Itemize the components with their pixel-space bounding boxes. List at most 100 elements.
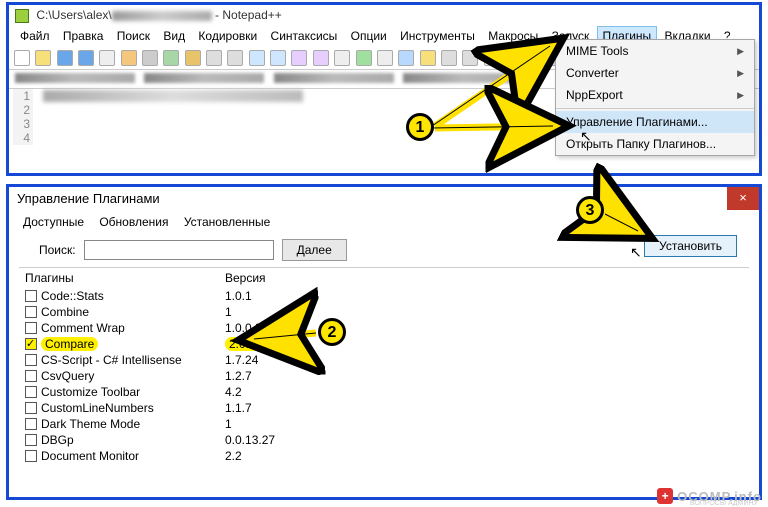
plugin-name: Combine: [41, 305, 89, 319]
tb-record-icon[interactable]: [505, 50, 521, 66]
tb-saveall-icon[interactable]: [78, 50, 94, 66]
tb-close-icon[interactable]: [99, 50, 115, 66]
plugin-name: CustomLineNumbers: [41, 401, 154, 415]
plugin-name: Compare: [41, 337, 98, 351]
search-input[interactable]: [84, 240, 274, 260]
menu-macros[interactable]: Макросы: [483, 27, 543, 45]
tb-play-icon[interactable]: [526, 50, 542, 66]
tb-find-icon[interactable]: [249, 50, 265, 66]
tb-new-icon[interactable]: [14, 50, 30, 66]
plugin-version: 1: [225, 305, 743, 319]
plugin-checkbox[interactable]: [25, 370, 37, 382]
col-version[interactable]: Версия: [219, 268, 749, 288]
plugin-name: Document Monitor: [41, 449, 139, 463]
plugin-checkbox[interactable]: [25, 450, 37, 462]
tb-wrap-icon[interactable]: [356, 50, 372, 66]
line-gutter: 1 2 3 4: [13, 89, 33, 145]
tb-docmap-icon[interactable]: [420, 50, 436, 66]
plugin-row[interactable]: DBGp0.0.13.27: [19, 432, 749, 448]
doc-tab[interactable]: [144, 72, 264, 86]
plugin-manager-window: Управление Плагинами × Доступные Обновле…: [6, 184, 762, 500]
menu-tools[interactable]: Инструменты: [395, 27, 480, 45]
doc-tab[interactable]: [15, 72, 135, 86]
tb-sync-icon[interactable]: [334, 50, 350, 66]
col-plugins[interactable]: Плагины: [19, 268, 219, 288]
install-button[interactable]: Установить: [644, 235, 737, 257]
doc-tab[interactable]: [274, 72, 394, 86]
plugin-checkbox[interactable]: [25, 338, 37, 350]
tb-print-icon[interactable]: [121, 50, 137, 66]
plugin-row[interactable]: Customize Toolbar4.2: [19, 384, 749, 400]
line-num: 4: [13, 131, 30, 145]
doc-tab[interactable]: [403, 72, 523, 86]
title-suffix: - Notepad++: [212, 8, 282, 22]
line-num: 2: [13, 103, 30, 117]
chevron-right-icon: ▶: [737, 68, 744, 79]
plugin-row[interactable]: CsvQuery1.2.7: [19, 368, 749, 384]
plugin-checkbox[interactable]: [25, 290, 37, 302]
plugin-checkbox[interactable]: [25, 386, 37, 398]
plugins-grid: Плагины Версия Code::Stats1.0.1Combine1C…: [19, 267, 749, 464]
tb-zoomout-icon[interactable]: [313, 50, 329, 66]
dropdown-item-mime[interactable]: MIME Tools▶: [556, 40, 754, 62]
watermark-plus-icon: +: [657, 488, 673, 504]
plugin-checkbox[interactable]: [25, 306, 37, 318]
tb-replace-icon[interactable]: [270, 50, 286, 66]
pm-tabs: Доступные Обновления Установленные: [9, 210, 759, 231]
plugin-checkbox[interactable]: [25, 402, 37, 414]
menu-syntax[interactable]: Синтаксисы: [266, 27, 343, 45]
menu-edit[interactable]: Правка: [58, 27, 109, 45]
plugin-row[interactable]: Code::Stats1.0.1: [19, 288, 749, 304]
tb-zoomin-icon[interactable]: [291, 50, 307, 66]
titlebar: C:\Users\alex\ - Notepad++: [9, 5, 759, 25]
tb-allchars-icon[interactable]: [377, 50, 393, 66]
next-button[interactable]: Далее: [282, 239, 347, 261]
plugin-checkbox[interactable]: [25, 322, 37, 334]
annotation-badge-1: 1: [406, 113, 434, 141]
title-prefix: C:\Users\alex\: [36, 8, 111, 22]
close-button[interactable]: ×: [727, 187, 759, 210]
tab-installed[interactable]: Установленные: [178, 213, 276, 231]
annotation-badge-2: 2: [318, 318, 346, 346]
dropdown-item-converter[interactable]: Converter▶: [556, 62, 754, 84]
tb-cut-icon[interactable]: [142, 50, 158, 66]
tb-indent-icon[interactable]: [398, 50, 414, 66]
menu-view[interactable]: Вид: [158, 27, 190, 45]
title-obscured: [112, 11, 212, 21]
tb-undo-icon[interactable]: [206, 50, 222, 66]
plugin-row[interactable]: Comment Wrap1.0.0.3: [19, 320, 749, 336]
tab-updates[interactable]: Обновления: [93, 213, 174, 231]
plugin-checkbox[interactable]: [25, 434, 37, 446]
plugin-row[interactable]: Compare2.0.1: [19, 336, 749, 352]
tab-available[interactable]: Доступные: [17, 213, 90, 231]
tb-folder-icon[interactable]: [462, 50, 478, 66]
cursor-icon: ↖: [630, 244, 642, 261]
tb-funclist-icon[interactable]: [441, 50, 457, 66]
line-num: 1: [13, 89, 30, 103]
chevron-right-icon: ▶: [737, 46, 744, 57]
tb-monitor-icon[interactable]: [484, 50, 500, 66]
tb-paste-icon[interactable]: [185, 50, 201, 66]
plugin-version: 1: [225, 417, 743, 431]
plugin-name: Comment Wrap: [41, 321, 125, 335]
plugin-version: 1.1.7: [225, 401, 743, 415]
plugin-checkbox[interactable]: [25, 418, 37, 430]
tb-save-icon[interactable]: [57, 50, 73, 66]
tb-copy-icon[interactable]: [163, 50, 179, 66]
plugin-checkbox[interactable]: [25, 354, 37, 366]
plugin-row[interactable]: Combine 1: [19, 304, 749, 320]
menu-file[interactable]: Файл: [15, 27, 55, 45]
menu-search[interactable]: Поиск: [112, 27, 155, 45]
plugin-version: 1.2.7: [225, 369, 743, 383]
menu-options[interactable]: Опции: [346, 27, 392, 45]
plugin-row[interactable]: CS-Script - C# Intellisense1.7.24: [19, 352, 749, 368]
menu-encoding[interactable]: Кодировки: [193, 27, 262, 45]
plugin-row[interactable]: Dark Theme Mode1: [19, 416, 749, 432]
plugin-name: DBGp: [41, 433, 74, 447]
plugin-row[interactable]: CustomLineNumbers 1.1.7: [19, 400, 749, 416]
plugin-row[interactable]: Document Monitor2.2: [19, 448, 749, 464]
editor-content-obscured: [43, 90, 303, 102]
tb-redo-icon[interactable]: [227, 50, 243, 66]
dropdown-item-nppexport[interactable]: NppExport▶: [556, 84, 754, 106]
tb-open-icon[interactable]: [35, 50, 51, 66]
